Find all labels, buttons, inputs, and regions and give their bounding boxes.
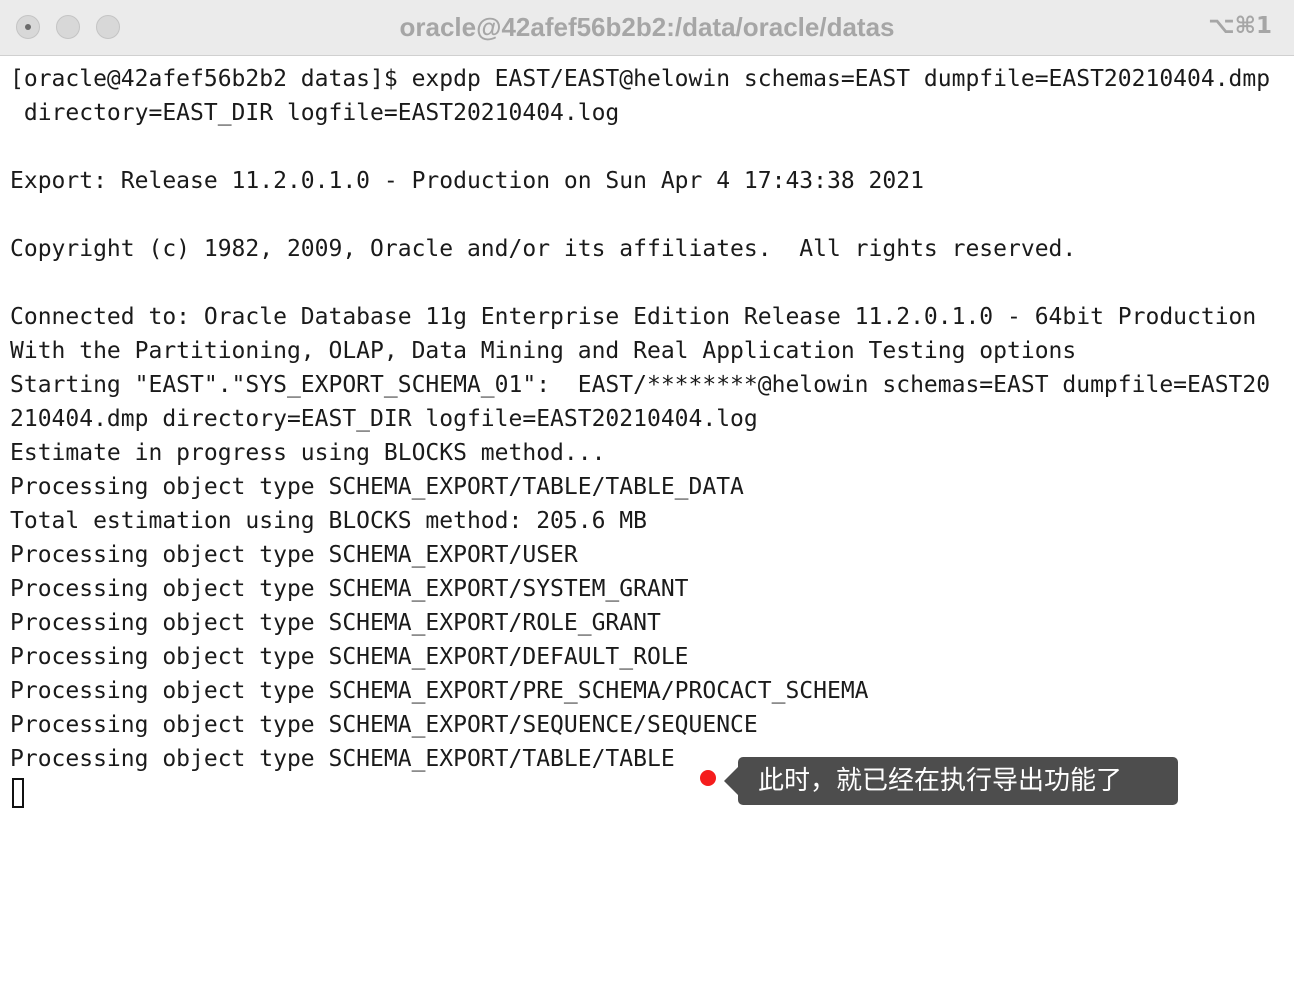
terminal-line: Processing object type SCHEMA_EXPORT/SEQ… bbox=[10, 712, 758, 738]
terminal-line: Total estimation using BLOCKS method: 20… bbox=[10, 508, 647, 534]
text-cursor bbox=[12, 778, 24, 808]
terminal-line: Processing object type SCHEMA_EXPORT/USE… bbox=[10, 542, 578, 568]
terminal-line: Processing object type SCHEMA_EXPORT/ROL… bbox=[10, 610, 661, 636]
terminal-line: Export: Release 11.2.0.1.0 - Production … bbox=[10, 168, 924, 194]
annotation-arrow bbox=[724, 767, 738, 795]
terminal-output[interactable]: [oracle@42afef56b2b2 datas]$ expdp EAST/… bbox=[10, 62, 1290, 810]
terminal-line: Copyright (c) 1982, 2009, Oracle and/or … bbox=[10, 236, 1077, 262]
terminal-line: With the Partitioning, OLAP, Data Mining… bbox=[10, 338, 1077, 364]
terminal-line: Processing object type SCHEMA_EXPORT/PRE… bbox=[10, 678, 869, 704]
terminal-line: Processing object type SCHEMA_EXPORT/SYS… bbox=[10, 576, 689, 602]
window-shortcut-label: ⌥⌘1 bbox=[1208, 13, 1272, 39]
terminal-line: directory=EAST_DIR logfile=EAST20210404.… bbox=[10, 100, 620, 126]
terminal-window: oracle@42afef56b2b2:/data/oracle/datas ⌥… bbox=[0, 0, 1294, 984]
terminal-line: Connected to: Oracle Database 11g Enterp… bbox=[10, 304, 1257, 330]
terminal-line: Starting "EAST"."SYS_EXPORT_SCHEMA_01": … bbox=[10, 372, 1271, 398]
terminal-line: [oracle@42afef56b2b2 datas]$ expdp EAST/… bbox=[10, 66, 1271, 92]
terminal-line: Processing object type SCHEMA_EXPORT/TAB… bbox=[10, 474, 744, 500]
window-title: oracle@42afef56b2b2:/data/oracle/datas bbox=[399, 12, 895, 42]
annotation-marker-dot bbox=[700, 770, 716, 786]
terminal-line: Processing object type SCHEMA_EXPORT/DEF… bbox=[10, 644, 689, 670]
terminal-line: Estimate in progress using BLOCKS method… bbox=[10, 440, 606, 466]
annotation-bubble: 此时，就已经在执行导出功能了 bbox=[738, 757, 1178, 805]
title-bar[interactable]: oracle@42afef56b2b2:/data/oracle/datas ⌥… bbox=[0, 0, 1294, 56]
terminal-line: 210404.dmp directory=EAST_DIR logfile=EA… bbox=[10, 406, 758, 432]
